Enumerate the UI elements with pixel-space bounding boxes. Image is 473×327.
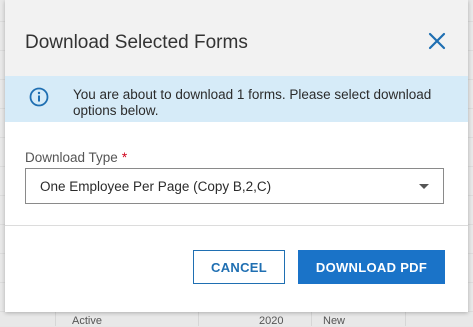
dialog-header: Download Selected Forms xyxy=(5,0,468,76)
download-type-select[interactable]: One Employee Per Page (Copy B,2,C) xyxy=(25,168,444,204)
download-forms-dialog: Download Selected Forms You are about to… xyxy=(5,0,468,312)
type-cell: New xyxy=(323,315,346,327)
download-pdf-button[interactable]: DOWNLOAD PDF xyxy=(298,250,445,284)
divider xyxy=(5,225,468,226)
info-icon xyxy=(28,86,50,108)
download-type-label: Download Type * xyxy=(25,150,127,165)
info-banner: You are about to download 1 forms. Pleas… xyxy=(5,76,468,122)
caret-down-icon xyxy=(419,184,429,189)
close-icon[interactable] xyxy=(426,30,448,52)
table-row: Active 2020 New xyxy=(0,315,473,327)
status-cell: Active xyxy=(72,315,102,327)
download-type-label-text: Download Type xyxy=(25,150,118,165)
dialog-title: Download Selected Forms xyxy=(25,32,248,53)
year-cell: 2020 xyxy=(259,315,284,327)
download-type-selected-value: One Employee Per Page (Copy B,2,C) xyxy=(40,179,272,194)
required-marker: * xyxy=(121,150,128,165)
info-message: You are about to download 1 forms. Pleas… xyxy=(73,87,432,118)
cancel-button[interactable]: CANCEL xyxy=(193,250,285,284)
